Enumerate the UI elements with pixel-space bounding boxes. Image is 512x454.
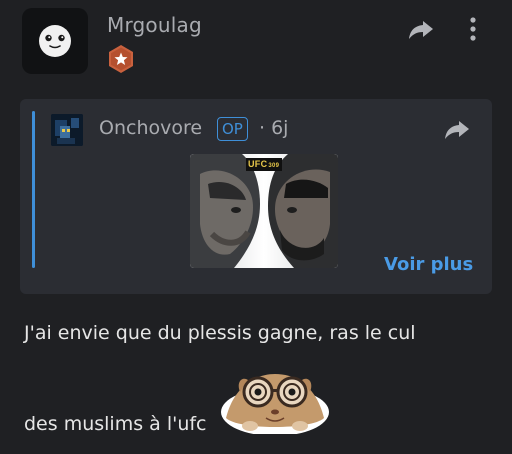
ufc-logo-text: UFC309 bbox=[248, 159, 279, 169]
op-badge: OP bbox=[217, 117, 248, 141]
more-vertical-icon bbox=[470, 17, 476, 41]
voir-plus-link[interactable]: Voir plus bbox=[384, 254, 473, 275]
ufc-logo-main: UFC bbox=[248, 159, 268, 169]
share-button[interactable] bbox=[406, 17, 436, 43]
hamster-sticker-icon bbox=[221, 374, 329, 436]
rank-badge bbox=[106, 44, 136, 74]
timestamp-separator: · bbox=[259, 117, 266, 139]
robot-avatar-icon bbox=[51, 114, 83, 146]
quoted-post[interactable]: Onchovore OP · 6j UFC309 Voir plus bbox=[20, 99, 492, 294]
post-text-line-2: des muslims à l'ufc bbox=[24, 413, 207, 435]
quote-thumbnail-image[interactable]: UFC309 bbox=[190, 154, 338, 268]
ufc-poster-image bbox=[190, 154, 338, 268]
more-options-button[interactable] bbox=[466, 14, 480, 44]
star-badge-icon bbox=[109, 45, 133, 73]
author-avatar[interactable] bbox=[22, 8, 88, 74]
author-username[interactable]: Mrgoulag bbox=[107, 13, 202, 37]
share-arrow-icon bbox=[409, 21, 433, 39]
post-text-line-1: J'ai envie que du plessis gagne, ras le … bbox=[24, 322, 416, 344]
timestamp-value: 6j bbox=[271, 117, 289, 139]
share-arrow-icon bbox=[445, 121, 469, 139]
quote-author-username[interactable]: Onchovore bbox=[99, 117, 202, 139]
ufc-logo-number: 309 bbox=[268, 163, 280, 169]
quote-timestamp: · 6j bbox=[259, 117, 288, 139]
quote-share-button[interactable] bbox=[443, 118, 471, 142]
smiley-avatar-icon bbox=[39, 25, 71, 57]
quote-author-avatar[interactable] bbox=[51, 114, 83, 146]
quote-accent-bar bbox=[32, 111, 35, 268]
hamster-glasses-sticker bbox=[216, 368, 334, 436]
